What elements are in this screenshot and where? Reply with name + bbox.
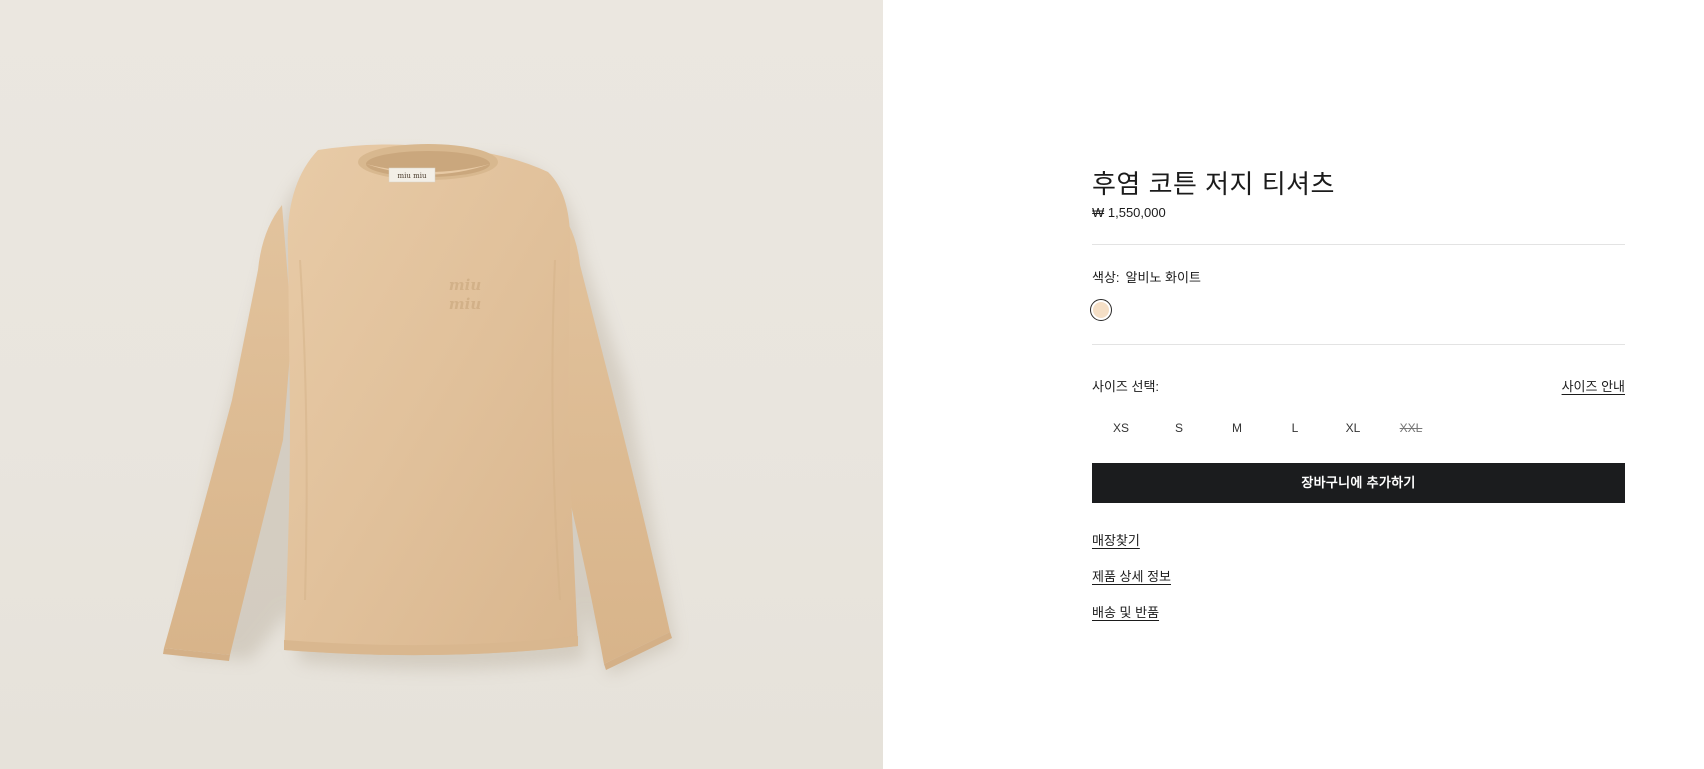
color-selection: 색상: 알비노 화이트 <box>1092 267 1201 286</box>
size-option-l[interactable]: L <box>1266 414 1324 442</box>
product-info-panel: 후염 코튼 저지 티셔츠 ₩ 1,550,000 색상: 알비노 화이트 사이즈 … <box>1090 0 1625 769</box>
size-label: 사이즈 선택: <box>1092 379 1160 394</box>
color-swatch[interactable] <box>1090 299 1112 321</box>
svg-text:miu: miu <box>449 276 482 294</box>
svg-text:miu miu: miu miu <box>398 172 427 180</box>
shipping-returns-link[interactable]: 배송 및 반품 <box>1092 602 1159 621</box>
product-price: ₩ 1,550,000 <box>1092 205 1166 220</box>
size-option-xxl[interactable]: XXL <box>1382 414 1440 442</box>
svg-text:miu: miu <box>449 295 482 313</box>
store-locator-link[interactable]: 매장찾기 <box>1092 530 1140 549</box>
tshirt-illustration: miu miu miu miu <box>163 144 675 675</box>
size-guide-link[interactable]: 사이즈 안내 <box>1562 376 1625 395</box>
size-option-s[interactable]: S <box>1150 414 1208 442</box>
size-option-m[interactable]: M <box>1208 414 1266 442</box>
color-value: 알비노 화이트 <box>1125 270 1201 285</box>
size-option-xl[interactable]: XL <box>1324 414 1382 442</box>
divider <box>1092 244 1625 245</box>
color-label: 색상: <box>1092 270 1120 285</box>
product-title: 후염 코튼 저지 티셔츠 <box>1092 169 1335 199</box>
divider <box>1092 344 1625 345</box>
add-to-cart-button[interactable]: 장바구니에 추가하기 <box>1092 463 1625 503</box>
product-image[interactable]: miu miu miu miu <box>0 0 883 769</box>
product-details-link[interactable]: 제품 상세 정보 <box>1092 566 1171 585</box>
size-option-xs[interactable]: XS <box>1092 414 1150 442</box>
size-options: XS S M L XL XXL <box>1092 414 1440 442</box>
